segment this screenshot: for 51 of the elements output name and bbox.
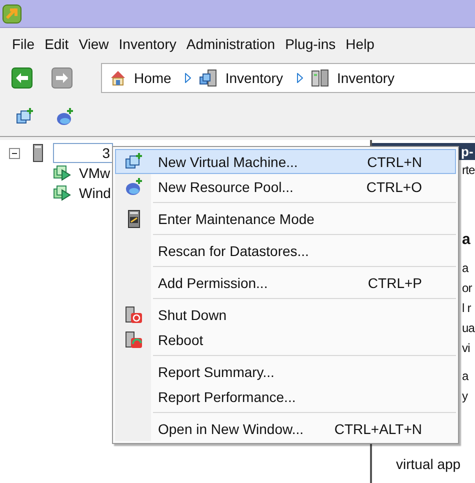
menu-item[interactable]: Rescan for Datastores... — [115, 238, 456, 263]
breadcrumb-link[interactable]: Home — [134, 70, 172, 86]
collapse-toggle[interactable] — [9, 148, 20, 158]
paragraph-text: a — [462, 261, 468, 275]
menu-item[interactable]: New Resource Pool... CTRL+O — [115, 174, 456, 199]
tree-item[interactable]: 3 — [53, 143, 113, 163]
back-button[interactable] — [11, 66, 33, 90]
vapp-icon — [53, 164, 71, 182]
tree-item[interactable]: Wind — [79, 185, 111, 201]
menu-item[interactable]: Administration — [186, 34, 276, 54]
menu-item[interactable]: View — [78, 34, 109, 54]
menu-item[interactable]: New Virtual Machine... CTRL+N — [115, 149, 456, 174]
shutdown-icon — [125, 306, 143, 324]
new-vm-icon — [125, 152, 143, 170]
new-pool-icon[interactable] — [56, 108, 74, 126]
menu-item[interactable]: Inventory — [118, 34, 176, 54]
heading-text: a — [462, 231, 470, 248]
new-pool-icon — [125, 178, 143, 196]
paragraph-text: vi — [462, 341, 470, 355]
chevron-icon — [185, 73, 192, 83]
paragraph-text: a — [462, 369, 468, 383]
paragraph-text: l r — [462, 301, 471, 315]
app-icon — [2, 4, 22, 24]
breadcrumb-link[interactable]: Inventory — [225, 70, 283, 86]
menu-item[interactable]: Report Performance... — [115, 384, 456, 409]
reboot-icon — [125, 330, 143, 348]
server-icon — [33, 144, 43, 162]
chevron-icon — [296, 73, 303, 83]
maintenance-icon — [128, 210, 140, 228]
menu-item[interactable]: Edit — [44, 34, 69, 54]
paragraph-text: virtual app — [396, 456, 461, 472]
paragraph-text: or — [462, 281, 472, 295]
menu-item[interactable]: File — [12, 34, 35, 54]
menu-item[interactable]: Plug-ins — [285, 34, 336, 54]
servers-icon — [310, 69, 329, 87]
menu-item[interactable]: Reboot — [115, 327, 456, 352]
vapp-icon — [53, 184, 71, 202]
home-icon — [110, 70, 126, 86]
menu-item[interactable]: Report Summary... — [115, 359, 456, 384]
paragraph-text: y — [462, 389, 468, 403]
hosts-icon — [199, 69, 218, 87]
subtitle-text: rte — [462, 163, 475, 177]
menu-item[interactable]: Enter Maintenance Mode — [115, 206, 456, 231]
paragraph-text: ua — [462, 321, 475, 335]
menu-item[interactable]: Add Permission... CTRL+P — [115, 270, 456, 295]
new-vm-icon[interactable] — [16, 108, 34, 126]
menu-item[interactable]: Open in New Window... CTRL+ALT+N — [115, 416, 456, 441]
menu-item[interactable]: Shut Down — [115, 302, 456, 327]
breadcrumb-link[interactable]: Inventory — [336, 70, 395, 86]
menu-item[interactable]: Help — [346, 34, 374, 54]
tree-item[interactable]: VMw — [79, 165, 110, 181]
